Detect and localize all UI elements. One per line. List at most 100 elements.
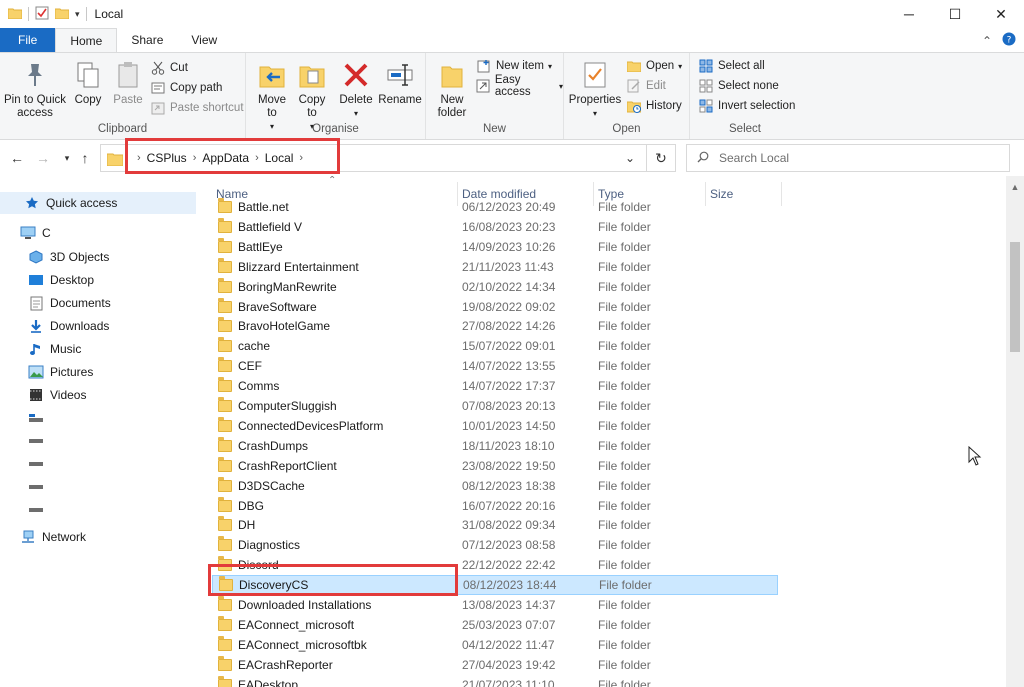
vertical-scrollbar[interactable]: ▲ — [1006, 176, 1024, 687]
nav-item-3d-objects[interactable]: 3D Objects — [0, 246, 196, 268]
nav-item-music[interactable]: Music — [0, 338, 196, 360]
maximize-button[interactable]: ☐ — [932, 0, 978, 28]
move-to-button[interactable]: Move to ▾ — [254, 59, 290, 133]
table-row[interactable]: BravoHotelGame 27/08/2022 14:26 File folde… — [212, 316, 778, 336]
tab-share[interactable]: Share — [117, 28, 177, 52]
back-arrow-icon[interactable]: ← — [8, 148, 26, 168]
table-row[interactable]: CrashReportClient 23/08/2022 19:50 File fo… — [212, 456, 778, 476]
pin-to-quick-access-button[interactable]: Pin to Quick access — [4, 59, 66, 120]
table-row[interactable]: CrashDumps 18/11/2023 18:10 File folder — [212, 436, 778, 456]
table-row[interactable]: D3DSCache 08/12/2023 18:38 File folder — [212, 476, 778, 496]
star-icon — [24, 195, 40, 211]
table-row[interactable]: DBG 16/07/2022 20:16 File folder — [212, 496, 778, 516]
table-row[interactable]: DH 31/08/2022 09:34 File folder — [212, 515, 778, 535]
table-row[interactable]: ComputerSluggish 07/08/2023 20:13 File fol… — [212, 396, 778, 416]
easy-access-button[interactable]: Easy access ▾ — [476, 74, 563, 98]
up-arrow-icon[interactable]: ↑ — [76, 148, 94, 168]
paste-shortcut-icon — [150, 100, 166, 116]
refresh-button[interactable]: ↻ — [646, 144, 676, 172]
customize-toolbar-icon[interactable]: ▾ — [75, 9, 80, 20]
nav-item-downloads[interactable]: Downloads — [0, 315, 196, 337]
nav-item-desktop[interactable]: Desktop — [0, 269, 196, 291]
nav-item-drive[interactable] — [0, 407, 196, 429]
table-row[interactable]: BattlEye 14/09/2023 10:26 File folder — [212, 237, 778, 257]
open-button[interactable]: Open ▾ — [626, 57, 682, 75]
paste-shortcut-button[interactable]: Paste shortcut — [150, 99, 244, 117]
select-all-button[interactable]: Select all — [698, 57, 765, 75]
table-row[interactable]: EAConnect_microsoftbk 04/12/2022 11:47 Fil… — [212, 635, 778, 655]
table-row[interactable]: Blizzard Entertainment 21/11/2023 11:43 Fi… — [212, 257, 778, 277]
nav-item-network[interactable]: Network — [0, 526, 196, 548]
folder-icon — [218, 655, 232, 671]
table-row[interactable]: Diagnostics 07/12/2023 08:58 File folder — [212, 535, 778, 555]
copy-button[interactable]: Copy — [70, 59, 106, 107]
type-cell: File folder — [598, 617, 651, 632]
tab-view[interactable]: View — [177, 28, 231, 52]
nav-item-drive[interactable] — [0, 453, 196, 475]
properties-button[interactable]: Properties ▾ — [568, 59, 622, 120]
table-row[interactable]: CEF 14/07/2022 13:55 File folder — [212, 356, 778, 376]
copy-path-button[interactable]: Copy path — [150, 79, 222, 97]
drive-icon — [28, 433, 44, 449]
table-row[interactable]: EACrashReporter 27/04/2023 19:42 File fold… — [212, 655, 778, 675]
table-row[interactable]: Downloaded Installations 13/08/2023 14:37… — [212, 595, 778, 615]
rename-button[interactable]: Rename — [378, 59, 422, 107]
minimize-button[interactable]: ─ — [886, 0, 932, 28]
table-row[interactable]: BoringManRewrite 02/10/2022 14:34 File fol… — [212, 277, 778, 297]
file-name-cell: EACrashReporter — [218, 655, 333, 672]
type-cell: File folder — [598, 538, 651, 553]
scroll-up-arrow-icon[interactable]: ▲ — [1006, 180, 1024, 194]
nav-item-c[interactable]: C — [0, 222, 196, 244]
delete-button[interactable]: Delete ▾ — [338, 59, 374, 120]
type-cell: File folder — [598, 279, 651, 294]
chevron-up-icon[interactable]: ⌃ — [982, 34, 992, 48]
table-row[interactable]: EADesktop 21/07/2023 11:10 File folder — [212, 675, 778, 687]
new-folder-icon[interactable] — [54, 7, 70, 22]
table-row[interactable]: Comms 14/07/2022 17:37 File folder — [212, 376, 778, 396]
new-folder-button[interactable]: New folder — [432, 59, 472, 120]
scroll-thumb[interactable] — [1010, 242, 1020, 352]
tab-home[interactable]: Home — [55, 28, 118, 52]
table-row[interactable]: Battle.net 06/12/2023 20:49 File folder — [212, 197, 778, 217]
drive-icon — [28, 410, 44, 426]
history-button[interactable]: History — [626, 97, 682, 115]
invert-selection-icon — [698, 98, 714, 114]
nav-item-documents[interactable]: Documents — [0, 292, 196, 314]
nav-item-drive[interactable] — [0, 499, 196, 521]
properties-icon[interactable] — [35, 6, 49, 23]
select-none-button[interactable]: Select none — [698, 77, 779, 95]
group-label-open: Open — [612, 123, 641, 135]
new-item-button[interactable]: New item ▾ — [476, 57, 552, 75]
table-row[interactable]: Battlefield V 16/08/2023 20:23 File folder — [212, 217, 778, 237]
tab-file[interactable]: File — [0, 28, 56, 52]
cut-button[interactable]: Cut — [150, 59, 188, 77]
table-row[interactable]: ConnectedDevicesPlatform 10/01/2023 14:50… — [212, 416, 778, 436]
new-item-icon — [476, 58, 492, 74]
recent-locations-chevron-icon[interactable]: ▾ — [58, 148, 76, 168]
nav-item-pictures[interactable]: Pictures — [0, 361, 196, 383]
pin-icon — [19, 59, 51, 91]
paste-button[interactable]: Paste — [110, 59, 146, 107]
table-row[interactable]: BraveSoftware 19/08/2022 09:02 File folder — [212, 297, 778, 317]
group-label-clipboard: Clipboard — [97, 123, 148, 135]
help-icon[interactable]: ? — [1002, 32, 1016, 49]
table-row[interactable]: EAConnect_microsoft 25/03/2023 07:07 File … — [212, 615, 778, 635]
group-new: New folder New item ▾ Easy access ▾ New — [426, 53, 564, 139]
file-name-cell: DH — [218, 516, 255, 532]
address-history-chevron-icon[interactable]: ⌄ — [625, 151, 635, 165]
date-modified-cell: 27/04/2023 19:42 — [462, 657, 556, 672]
nav-item-drive[interactable] — [0, 430, 196, 452]
date-modified-cell: 07/12/2023 08:58 — [462, 538, 556, 553]
nav-item-drive[interactable] — [0, 476, 196, 498]
search-box[interactable]: Search Local — [686, 144, 1010, 172]
forward-arrow-icon[interactable]: → — [34, 148, 52, 168]
close-button[interactable]: ✕ — [978, 0, 1024, 28]
table-row[interactable]: cache 15/07/2022 09:01 File folder — [212, 336, 778, 356]
nav-item-quick-access[interactable]: Quick access — [0, 192, 196, 214]
copy-to-button[interactable]: Copy to ▾ — [294, 59, 330, 133]
folder-icon — [218, 377, 232, 393]
invert-selection-button[interactable]: Invert selection — [698, 97, 795, 115]
edit-button[interactable]: Edit — [626, 77, 666, 95]
nav-item-videos[interactable]: Videos — [0, 384, 196, 406]
file-name: Comms — [238, 379, 280, 394]
